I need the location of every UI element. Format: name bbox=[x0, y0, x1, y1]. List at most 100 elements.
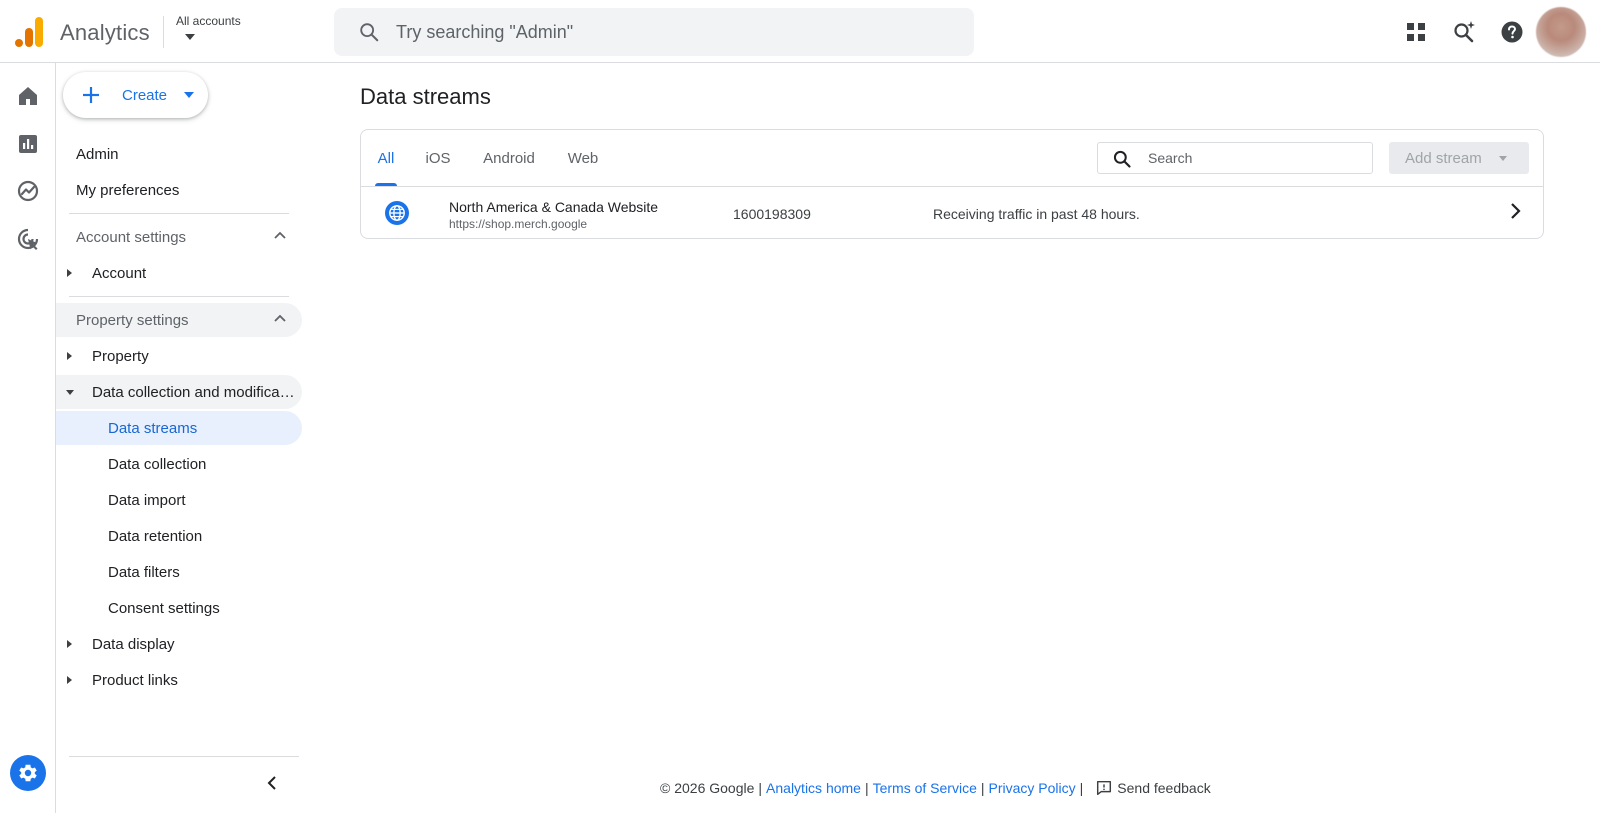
nav-item-data-filters[interactable]: Data filters bbox=[56, 555, 302, 589]
tab-label: Android bbox=[483, 149, 535, 167]
stream-name: North America & Canada Website bbox=[449, 199, 659, 215]
nav-item-label: Data import bbox=[108, 491, 186, 509]
copyright-text: © 2026 Google bbox=[660, 780, 755, 796]
tab-label: All bbox=[377, 149, 395, 167]
nav-item-data-retention[interactable]: Data retention bbox=[56, 519, 302, 553]
help-icon[interactable] bbox=[1499, 19, 1525, 45]
nav-item-data-import[interactable]: Data import bbox=[56, 483, 302, 517]
collapse-nav-button[interactable] bbox=[258, 769, 286, 797]
app-title: Analytics bbox=[60, 20, 150, 45]
nav-item-label: My preferences bbox=[76, 181, 180, 199]
header-divider bbox=[163, 16, 164, 48]
nav-item-consent-settings[interactable]: Consent settings bbox=[56, 591, 302, 625]
add-stream-label: Add stream bbox=[1405, 149, 1482, 167]
caret-right-icon bbox=[67, 352, 72, 360]
section-account-settings[interactable]: Account settings bbox=[56, 220, 302, 254]
advertising-icon[interactable] bbox=[16, 227, 40, 251]
stream-status: Receiving traffic in past 48 hours. bbox=[933, 206, 1140, 222]
section-property-settings[interactable]: Property settings bbox=[56, 303, 302, 337]
globe-web-icon bbox=[385, 201, 409, 225]
section-label: Account settings bbox=[76, 228, 187, 246]
nav-item-product-links[interactable]: Product links bbox=[56, 663, 302, 697]
nav-item-admin[interactable]: Admin bbox=[56, 137, 302, 171]
caret-down-icon bbox=[185, 34, 195, 40]
caret-right-icon bbox=[67, 676, 72, 684]
stream-url: https://shop.merch.google bbox=[449, 217, 588, 231]
terms-of-service-link[interactable]: Terms of Service bbox=[873, 780, 977, 796]
analytics-home-link[interactable]: Analytics home bbox=[766, 780, 861, 796]
send-feedback-label: Send feedback bbox=[1117, 780, 1211, 796]
add-stream-button[interactable]: Add stream bbox=[1389, 142, 1529, 174]
search-icon bbox=[1112, 149, 1132, 169]
plus-icon bbox=[81, 85, 101, 105]
navigation-rail bbox=[0, 63, 56, 813]
explore-icon[interactable] bbox=[16, 179, 40, 203]
global-search-input[interactable] bbox=[396, 8, 956, 56]
tab-all[interactable]: All bbox=[375, 130, 397, 186]
footer-separator: | bbox=[1079, 780, 1084, 796]
nav-divider bbox=[69, 296, 289, 297]
nav-item-label: Data filters bbox=[108, 563, 180, 581]
footer-separator: | bbox=[864, 780, 869, 796]
nav-item-data-collection-and-modifications[interactable]: Data collection and modifications bbox=[56, 375, 302, 409]
stream-search-input[interactable] bbox=[1148, 143, 1368, 173]
home-icon[interactable] bbox=[16, 84, 40, 108]
chevron-up-icon bbox=[274, 314, 286, 322]
tab-ios[interactable]: iOS bbox=[425, 130, 451, 186]
nav-item-label: Data retention bbox=[108, 527, 203, 545]
search-spark-icon[interactable] bbox=[1451, 19, 1477, 45]
create-button-label: Create bbox=[122, 87, 168, 104]
page-footer: © 2026 Google | Analytics home | Terms o… bbox=[660, 779, 1211, 797]
footer-separator: | bbox=[980, 780, 985, 796]
chevron-up-icon bbox=[274, 231, 286, 239]
nav-item-label: Data collection bbox=[108, 455, 207, 473]
nav-item-label: Data display bbox=[92, 635, 175, 653]
stream-search-box[interactable] bbox=[1097, 142, 1373, 174]
nav-divider bbox=[69, 756, 299, 757]
privacy-policy-link[interactable]: Privacy Policy bbox=[989, 780, 1076, 796]
page-title: Data streams bbox=[360, 84, 491, 109]
reports-icon[interactable] bbox=[16, 132, 40, 156]
table-row[interactable]: North America & Canada Website https://s… bbox=[361, 187, 1543, 239]
tab-label: Web bbox=[567, 149, 599, 167]
tab-label: iOS bbox=[425, 149, 451, 167]
admin-side-nav: Create Admin My preferences Account sett… bbox=[56, 63, 304, 813]
nav-item-label: Data collection and modifications bbox=[92, 383, 298, 401]
nav-item-label: Property bbox=[92, 347, 149, 365]
nav-item-data-streams[interactable]: Data streams bbox=[56, 411, 302, 445]
create-button[interactable]: Create bbox=[63, 72, 208, 118]
caret-right-icon bbox=[67, 640, 72, 648]
stream-id: 1600198309 bbox=[733, 206, 811, 222]
nav-item-data-collection[interactable]: Data collection bbox=[56, 447, 302, 481]
nav-item-label: Account bbox=[92, 264, 147, 282]
chevron-left-icon bbox=[267, 775, 277, 791]
nav-item-my-preferences[interactable]: My preferences bbox=[56, 173, 302, 207]
send-feedback-button[interactable]: Send feedback bbox=[1095, 779, 1211, 797]
account-picker[interactable]: All accounts bbox=[176, 14, 286, 50]
nav-item-account[interactable]: Account bbox=[56, 256, 302, 290]
caret-right-icon bbox=[67, 269, 72, 277]
analytics-logo-icon[interactable] bbox=[15, 17, 43, 47]
nav-item-label: Data streams bbox=[108, 419, 198, 437]
top-app-bar: Analytics All accounts bbox=[0, 0, 1600, 63]
settings-gear-icon[interactable] bbox=[10, 755, 46, 791]
chevron-right-icon[interactable] bbox=[1509, 202, 1521, 220]
nav-item-data-display[interactable]: Data display bbox=[56, 627, 302, 661]
tab-android[interactable]: Android bbox=[481, 130, 537, 186]
caret-down-icon bbox=[66, 390, 74, 395]
apps-grid-icon[interactable] bbox=[1403, 19, 1429, 45]
feedback-icon bbox=[1095, 779, 1117, 797]
nav-divider bbox=[69, 213, 289, 214]
tab-web[interactable]: Web bbox=[567, 130, 599, 186]
search-icon bbox=[358, 21, 380, 43]
global-search-bar[interactable] bbox=[334, 8, 974, 56]
nav-item-label: Consent settings bbox=[108, 599, 220, 617]
footer-separator: | bbox=[758, 780, 763, 796]
nav-item-property[interactable]: Property bbox=[56, 339, 302, 373]
section-label: Property settings bbox=[76, 311, 189, 329]
account-avatar[interactable] bbox=[1536, 7, 1586, 57]
account-picker-label: All accounts bbox=[176, 14, 241, 28]
caret-down-icon bbox=[1499, 156, 1507, 161]
nav-item-label: Product links bbox=[92, 671, 178, 689]
nav-item-label: Admin bbox=[76, 145, 119, 163]
